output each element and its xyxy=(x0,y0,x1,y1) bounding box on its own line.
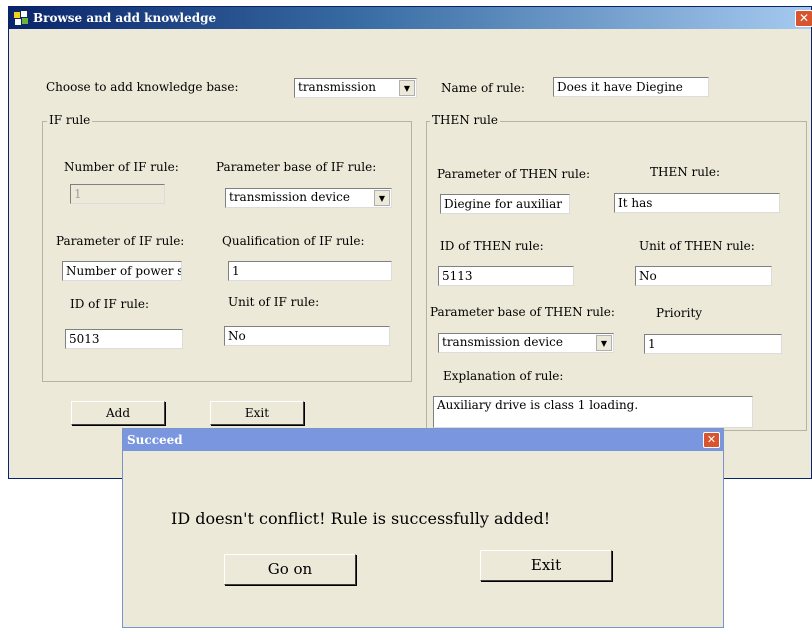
then-param-base-select[interactable]: transmission device ▼ xyxy=(438,333,614,353)
close-icon[interactable]: ✕ xyxy=(795,10,812,27)
dropdown-arrow-icon[interactable]: ▼ xyxy=(374,190,390,206)
dialog-title: Succeed xyxy=(127,433,183,447)
close-icon[interactable]: ✕ xyxy=(703,432,720,448)
dialog-message: ID doesn't conflict! Rule is successfull… xyxy=(171,509,551,528)
exit-button[interactable]: Exit xyxy=(210,401,304,425)
knowledge-base-value: transmission xyxy=(298,80,376,94)
knowledge-base-select[interactable]: transmission ▼ xyxy=(294,78,417,98)
if-number-label: Number of IF rule: xyxy=(64,160,179,174)
if-qualification-label: Qualification of IF rule: xyxy=(222,234,365,248)
succeed-dialog: Succeed ✕ ID doesn't conflict! Rule is s… xyxy=(122,428,724,628)
dropdown-arrow-icon[interactable]: ▼ xyxy=(399,80,415,96)
then-rule-input[interactable]: It has xyxy=(614,193,780,213)
if-unit-input[interactable]: No xyxy=(224,326,390,346)
app-icon xyxy=(14,11,28,25)
then-rule-label: THEN rule: xyxy=(650,165,720,179)
then-id-input[interactable]: 5113 xyxy=(438,266,574,286)
then-param-base-label: Parameter base of THEN rule: xyxy=(430,305,615,319)
if-id-input[interactable]: 5013 xyxy=(65,329,183,349)
dropdown-arrow-icon[interactable]: ▼ xyxy=(596,335,612,351)
rule-name-input[interactable]: Does it have Diegine xyxy=(553,77,709,97)
then-param-label: Parameter of THEN rule: xyxy=(437,167,591,181)
explanation-textarea[interactable]: Auxiliary drive is class 1 loading. xyxy=(433,396,753,428)
if-param-base-select[interactable]: transmission device ▼ xyxy=(225,188,392,208)
knowledge-base-label: Choose to add knowledge base: xyxy=(46,80,239,94)
go-on-button[interactable]: Go on xyxy=(224,554,356,585)
priority-input[interactable]: 1 xyxy=(644,334,782,354)
if-id-label: ID of IF rule: xyxy=(70,297,149,311)
main-titlebar[interactable]: Browse and add knowledge ✕ xyxy=(9,7,812,29)
if-unit-label: Unit of IF rule: xyxy=(228,295,320,309)
priority-label: Priority xyxy=(656,306,703,320)
if-rule-legend: IF rule xyxy=(47,113,93,127)
if-number-input: 1 xyxy=(70,184,165,204)
if-param-input[interactable]: Number of power sup xyxy=(62,261,182,281)
then-unit-input[interactable]: No xyxy=(635,266,772,286)
then-id-label: ID of THEN rule: xyxy=(440,239,544,253)
add-button[interactable]: Add xyxy=(71,401,165,425)
if-param-base-value: transmission device xyxy=(229,190,350,204)
if-param-label: Parameter of IF rule: xyxy=(56,234,185,248)
if-qualification-input[interactable]: 1 xyxy=(228,261,392,281)
window-title: Browse and add knowledge xyxy=(33,11,217,25)
then-unit-label: Unit of THEN rule: xyxy=(639,239,755,253)
then-param-input[interactable]: Diegine for auxiliar xyxy=(440,194,570,214)
dialog-titlebar[interactable]: Succeed ✕ xyxy=(123,429,723,451)
if-param-base-label: Parameter base of IF rule: xyxy=(216,160,377,174)
explanation-label: Explanation of rule: xyxy=(443,369,564,383)
rule-name-label: Name of rule: xyxy=(441,81,525,95)
then-param-base-value: transmission device xyxy=(442,335,563,349)
dialog-exit-button[interactable]: Exit xyxy=(480,550,612,581)
main-window: Browse and add knowledge ✕ Choose to add… xyxy=(8,6,812,479)
then-rule-legend: THEN rule xyxy=(430,113,500,127)
